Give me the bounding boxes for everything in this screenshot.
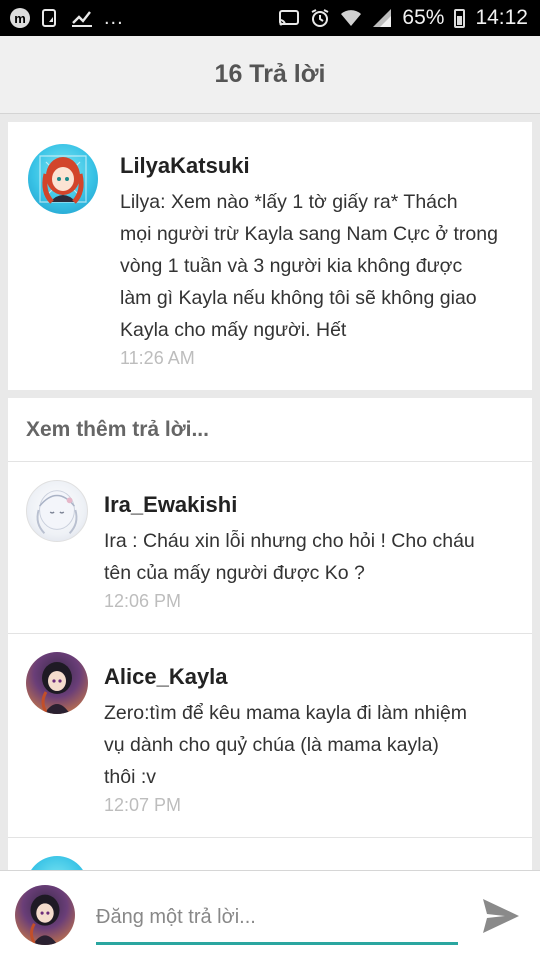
cast-icon xyxy=(278,9,300,27)
user-name[interactable]: Alice_Kayla xyxy=(104,664,228,690)
reply-item: Ira_Ewakishi Ira : Cháu xin lỗi nhưng ch… xyxy=(8,462,532,634)
avatar[interactable] xyxy=(26,480,88,542)
page-title: 16 Trả lời xyxy=(214,60,326,88)
reply-line: vụ dành cho quỷ chúa (là mama kayla) xyxy=(104,734,439,756)
reply-line: Kayla cho mấy người. Hết xyxy=(120,319,347,341)
user-name[interactable]: LilyaKatsuki xyxy=(120,153,250,179)
app-notification-icon: m xyxy=(10,8,30,28)
avatar[interactable] xyxy=(28,144,98,214)
reply-line: Zero:tìm để kêu mama kayla đi làm nhiệm xyxy=(104,702,468,724)
screenshot-notification-icon xyxy=(40,8,60,28)
more-notifications-indicator: ... xyxy=(104,6,124,29)
reply-composer xyxy=(0,870,540,960)
reply-line: Ira : Cháu xin lỗi nhưng cho hỏi ! Cho c… xyxy=(104,530,475,552)
reply-input[interactable] xyxy=(96,893,458,945)
reply-text: Zero:tìm để kêu mama kayla đi làm nhiệm … xyxy=(104,697,514,793)
alice-avatar-art xyxy=(41,662,72,714)
send-button[interactable] xyxy=(480,896,522,936)
reply-line: Lilya: Xem nào *lấy 1 tờ giấy ra* Thách xyxy=(120,191,458,213)
signal-icon xyxy=(372,8,392,28)
avatar[interactable] xyxy=(26,652,88,714)
header: 16 Trả lời xyxy=(0,36,540,114)
reply-timestamp: 12:07 PM xyxy=(104,795,182,815)
alarm-icon xyxy=(310,8,330,28)
wifi-icon xyxy=(340,8,362,28)
status-left: m ... xyxy=(10,7,124,30)
reply-line: tên của mấy người được Ko ? xyxy=(104,562,365,584)
reply-text: Lilya: Xem nào *lấy 1 tờ giấy ra* Thách … xyxy=(120,186,520,346)
ira-avatar-art xyxy=(36,490,78,534)
current-user-avatar xyxy=(15,885,75,945)
status-bar: m ... 65% 14:12 xyxy=(0,0,540,36)
status-time: 14:12 xyxy=(475,6,528,29)
reply-line: vòng 1 tuần và 3 người kia không được xyxy=(120,255,463,277)
send-icon xyxy=(483,899,519,933)
reply-line: thôi :v xyxy=(104,766,157,788)
usb-debug-icon xyxy=(70,8,94,28)
main-reply-card: LilyaKatsuki Lilya: Xem nào *lấy 1 tờ gi… xyxy=(8,122,532,390)
reply-line: mọi người trừ Kayla sang Nam Cực ở trong xyxy=(120,223,498,245)
reply-item: Alice_Kayla Zero:tìm để kêu mama kayla đ… xyxy=(8,634,532,838)
battery-percent: 65% xyxy=(402,6,445,29)
user-name[interactable]: Ira_Ewakishi xyxy=(104,492,237,518)
battery-icon xyxy=(454,8,466,28)
alice-avatar-art xyxy=(30,894,60,945)
reply-text: Ira : Cháu xin lỗi nhưng cho hỏi ! Cho c… xyxy=(104,525,514,589)
replies-panel: Xem thêm trả lời... Ira_Ewakishi Ira : C… xyxy=(8,398,532,878)
view-more-replies-link[interactable]: Xem thêm trả lời... xyxy=(8,398,532,462)
reply-line: làm gì Kayla nếu không tôi sẽ không giao xyxy=(120,287,477,309)
lilya-avatar-art xyxy=(39,155,87,204)
reply-timestamp: 11:26 AM xyxy=(120,348,195,368)
status-right: 65% 14:12 xyxy=(278,6,528,30)
reply-timestamp: 12:06 PM xyxy=(104,591,182,611)
